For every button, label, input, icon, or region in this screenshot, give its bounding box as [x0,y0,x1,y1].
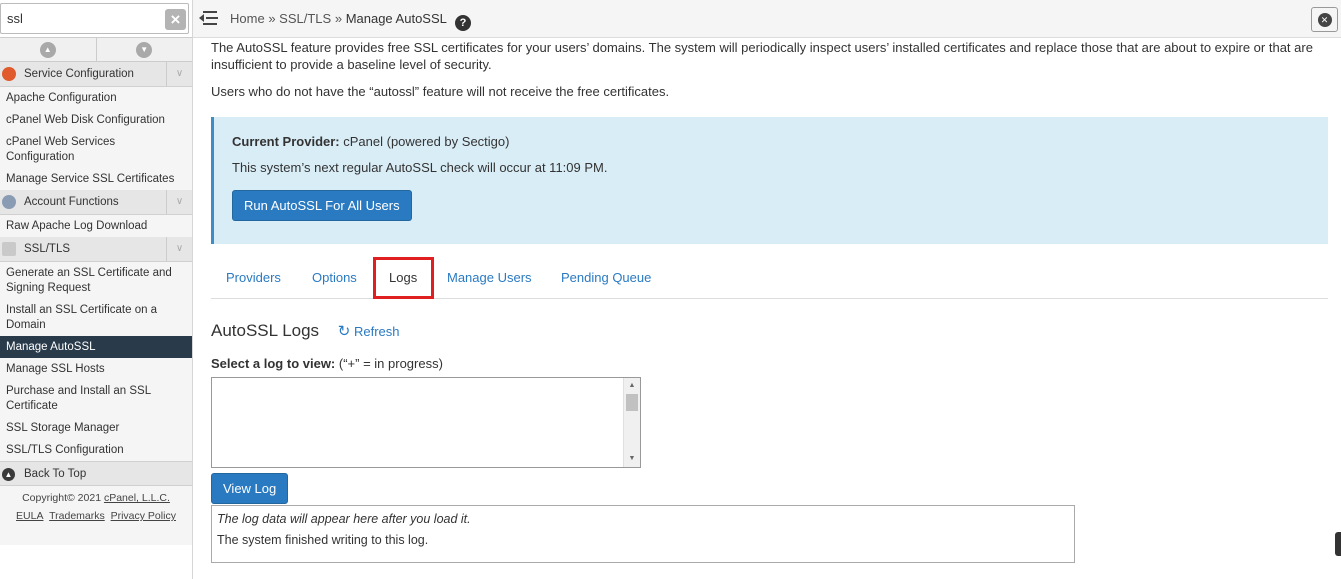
sidebar-item-install-ssl-certificate[interactable]: Install an SSL Certificate on a Domain [0,299,192,336]
tab-providers[interactable]: Providers [226,259,281,299]
group-service-configuration[interactable]: Service Configuration ∨ [0,62,192,87]
sidebar-item-cpanel-web-disk-configuration[interactable]: cPanel Web Disk Configuration [0,109,192,131]
breadcrumb-separator: » [268,11,276,26]
expand-all-button[interactable]: ▼ [95,38,193,61]
next-check-text: This system’s next regular AutoSSL check… [232,160,608,175]
search-input[interactable] [0,3,189,34]
company-link[interactable]: cPanel, L.L.C. [104,492,170,504]
select-log-label-text: Select a log to view: [211,356,336,371]
close-button[interactable]: ✕ [1311,7,1338,32]
sidebar-item-ssl-storage-manager[interactable]: SSL Storage Manager [0,417,192,439]
breadcrumb: Home » SSL/TLS » Manage AutoSSL ? [230,11,472,31]
chevron-down-icon[interactable]: ∨ [166,237,192,261]
sidebar-footer: Copyright© 2021 cPanel, L.L.C. EULA Trad… [0,486,192,525]
help-icon[interactable]: ? [455,15,472,31]
eula-link[interactable]: EULA [16,510,43,522]
autossl-feature-note: Users who do not have the “autossl” feat… [211,84,670,99]
top-bar: Home » SSL/TLS » Manage AutoSSL ? ✕ [193,0,1341,38]
sidebar: × ▲ ▼ Service Configuration ∨ Apache Con… [0,0,193,579]
main-content: The AutoSSL feature provides free SSL ce… [211,38,1337,563]
back-to-top-button[interactable]: ▲ Back To Top [0,461,192,486]
sidebar-item-manage-service-ssl-certificates[interactable]: Manage Service SSL Certificates [0,168,192,190]
sidebar-search: × [0,0,192,38]
tab-bar: Providers Options Logs Manage Users Pend… [211,257,1328,299]
current-provider-name: cPanel (powered by Sectigo) [343,134,510,149]
group-ssl-tls[interactable]: SSL/TLS ∨ [0,237,192,262]
back-to-top-label: Back To Top [24,468,87,480]
scroll-up-icon[interactable]: ▲ [624,378,640,394]
sidebar-item-generate-ssl-certificate[interactable]: Generate an SSL Certificate and Signing … [0,262,192,299]
chevron-down-icon: ▼ [136,41,153,58]
sidebar-item-purchase-install-ssl[interactable]: Purchase and Install an SSL Certificate [0,380,192,417]
breadcrumb-home[interactable]: Home [230,11,265,26]
sidebar-item-manage-ssl-hosts[interactable]: Manage SSL Hosts [0,358,192,380]
clear-search-icon[interactable]: × [165,9,186,30]
user-icon [2,195,16,209]
group-account-functions[interactable]: Account Functions ∨ [0,190,192,215]
select-log-label: Select a log to view: (“+” = in progress… [211,356,1337,371]
close-icon: ✕ [1317,12,1332,27]
refresh-button[interactable]: ↻ Refresh [337,323,400,340]
menu-toggle-icon[interactable] [199,9,219,27]
log-select-list[interactable]: ▲ ▼ [211,377,641,468]
scroll-thumb[interactable] [626,394,638,411]
edge-widget[interactable] [1335,532,1341,556]
tab-logs[interactable]: Logs [389,259,417,299]
collapse-controls: ▲ ▼ [0,38,192,62]
breadcrumb-separator: » [334,11,343,26]
group-label: Account Functions [24,196,119,208]
copyright-text: Copyright© 2021 [22,492,102,504]
sidebar-item-raw-apache-log-download[interactable]: Raw Apache Log Download [0,215,192,237]
chevron-up-icon: ▲ [39,41,56,58]
sidebar-blank [0,545,192,579]
sidebar-item-manage-autossl[interactable]: Manage AutoSSL [0,336,192,358]
sidebar-item-ssl-tls-configuration[interactable]: SSL/TLS Configuration [0,439,192,461]
current-provider: Current Provider: cPanel (powered by Sec… [232,134,1310,149]
logs-title: AutoSSL Logs [211,321,320,340]
view-log-button[interactable]: View Log [211,473,289,504]
sidebar-item-cpanel-web-services-configuration[interactable]: cPanel Web Services Configuration [0,131,192,168]
group-label: Service Configuration [24,68,134,80]
breadcrumb-ssl-tls[interactable]: SSL/TLS [279,11,331,26]
wrench-icon [2,67,16,81]
run-autossl-button[interactable]: Run AutoSSL For All Users [232,190,412,221]
sidebar-item-apache-configuration[interactable]: Apache Configuration [0,87,192,109]
intro-paragraph: The AutoSSL feature provides free SSL ce… [211,40,1313,72]
chevron-down-icon[interactable]: ∨ [166,190,192,214]
group-label: SSL/TLS [24,243,71,255]
current-provider-label: Current Provider: [232,134,340,149]
breadcrumb-current: Manage AutoSSL [345,11,447,26]
chevron-down-icon[interactable]: ∨ [166,62,192,86]
select-log-hint: (“+” = in progress) [338,356,443,371]
certificate-icon [2,242,16,256]
scroll-down-icon[interactable]: ▼ [624,451,640,467]
privacy-policy-link[interactable]: Privacy Policy [111,510,176,522]
log-list-scrollbar[interactable]: ▲ ▼ [623,378,640,467]
tab-manage-users[interactable]: Manage Users [447,259,532,299]
refresh-label: Refresh [354,324,400,339]
provider-panel: Current Provider: cPanel (powered by Sec… [211,117,1328,244]
trademarks-link[interactable]: Trademarks [49,510,105,522]
arrow-up-icon: ▲ [2,468,15,481]
refresh-icon: ↻ [337,323,351,340]
log-output-status: The system finished writing to this log. [217,533,429,547]
tab-options[interactable]: Options [312,259,357,299]
log-output-hint: The log data will appear here after you … [217,512,471,526]
tab-pending-queue[interactable]: Pending Queue [561,259,651,299]
autossl-logs-section: AutoSSL Logs ↻ Refresh [211,321,1337,341]
log-output-panel: The log data will appear here after you … [211,505,1075,563]
collapse-all-button[interactable]: ▲ [0,38,96,61]
